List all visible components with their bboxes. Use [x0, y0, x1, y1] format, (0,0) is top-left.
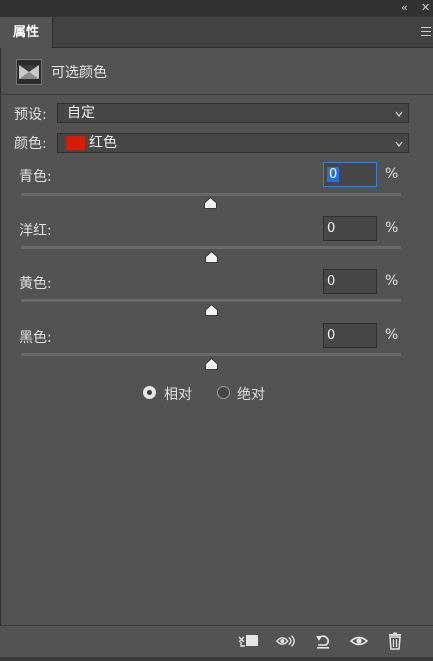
- panel-tab-bar: 属性: [0, 17, 433, 48]
- close-icon[interactable]: ✕: [421, 0, 430, 16]
- cyan-unit: %: [385, 166, 399, 182]
- panel-title-bar: « ✕: [0, 0, 433, 17]
- black-slider-thumb[interactable]: [205, 358, 218, 370]
- yellow-input[interactable]: 0: [323, 269, 377, 294]
- magenta-input[interactable]: 0: [323, 216, 377, 241]
- yellow-unit: %: [385, 273, 399, 289]
- panel-left-edge: [0, 48, 1, 625]
- color-select[interactable]: 红色: [57, 133, 409, 153]
- color-value: 红色: [89, 135, 117, 151]
- visibility-eye-icon[interactable]: [349, 632, 369, 650]
- reset-icon[interactable]: [313, 632, 333, 650]
- black-unit: %: [385, 327, 399, 343]
- tab-properties[interactable]: 属性: [0, 17, 53, 48]
- black-slider-track[interactable]: [21, 353, 401, 356]
- cyan-slider-track[interactable]: [21, 193, 401, 196]
- relative-label: 相对: [164, 387, 192, 403]
- mask-icon: [16, 59, 42, 85]
- magenta-slider-thumb[interactable]: [205, 251, 218, 263]
- magenta-slider-track[interactable]: [21, 246, 401, 249]
- black-input[interactable]: 0: [323, 323, 377, 348]
- black-label: 黑色:: [19, 330, 52, 346]
- chevron-down-icon: [395, 111, 403, 117]
- color-swatch: [66, 136, 85, 150]
- yellow-label: 黄色:: [19, 276, 52, 292]
- relative-radio[interactable]: [143, 386, 156, 399]
- color-label: 颜色:: [14, 136, 47, 152]
- magenta-unit: %: [385, 220, 399, 236]
- chevron-down-icon: [395, 141, 403, 147]
- panel-menu-icon[interactable]: [421, 24, 431, 38]
- view-previous-state-icon[interactable]: [276, 632, 296, 650]
- properties-footer: [0, 625, 433, 658]
- preset-value: 自定: [67, 105, 95, 121]
- collapse-icon[interactable]: «: [401, 0, 408, 16]
- cyan-slider-thumb[interactable]: [204, 197, 217, 209]
- trash-icon[interactable]: [385, 632, 405, 650]
- yellow-slider-track[interactable]: [21, 299, 401, 302]
- preset-select[interactable]: 自定: [57, 103, 409, 123]
- absolute-radio[interactable]: [217, 386, 230, 399]
- adjustment-header: 可选颜色: [0, 48, 433, 95]
- cyan-input[interactable]: 0: [323, 162, 377, 187]
- clip-to-layer-icon[interactable]: [238, 632, 258, 650]
- absolute-label: 绝对: [237, 387, 265, 403]
- adjustment-title: 可选颜色: [51, 65, 107, 81]
- yellow-slider-thumb[interactable]: [205, 304, 218, 316]
- preset-label: 预设:: [14, 107, 47, 123]
- magenta-label: 洋红:: [19, 223, 52, 239]
- cyan-label: 青色:: [19, 169, 52, 185]
- bottom-edge: [0, 657, 433, 661]
